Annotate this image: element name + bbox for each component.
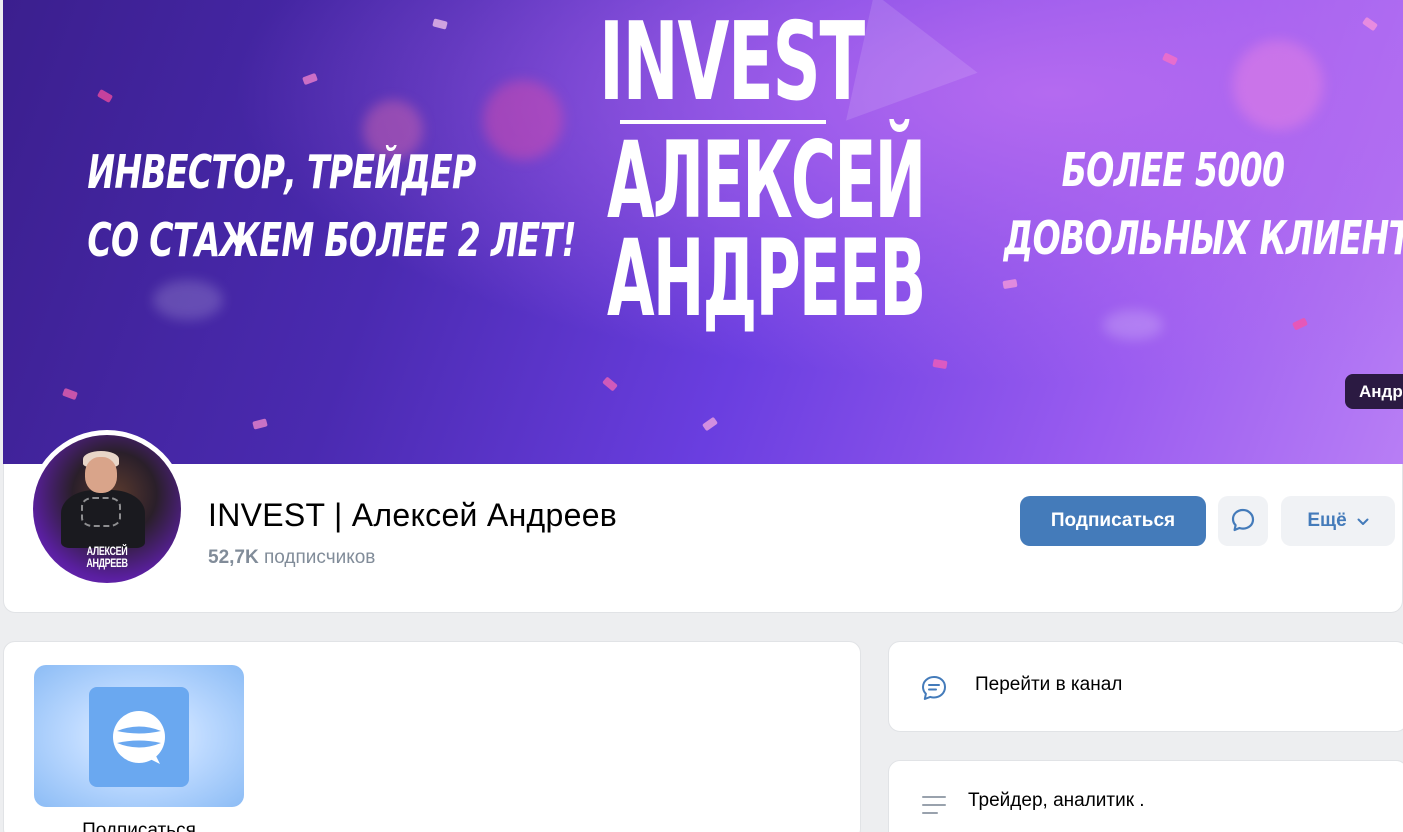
cover-name-first: АЛЕКСЕЙ	[607, 119, 926, 242]
go-to-channel-link[interactable]: Перейти в канал	[975, 674, 1122, 696]
confetti-decoration	[1161, 52, 1179, 66]
page-title: INVEST | Алексей Андреев	[208, 497, 618, 533]
cover-left-line-2: СО СТАЖЕМ БОЛЕЕ 2 ЛЕТ!	[87, 213, 576, 267]
message-bubble-icon	[1229, 506, 1257, 537]
avatar-caption: АЛЕКСЕЙ АНДРЕЕВ	[52, 545, 163, 569]
confetti-decoration	[602, 376, 618, 392]
avatar-figure	[81, 497, 121, 527]
confetti-decoration	[432, 18, 448, 30]
confetti-decoration	[252, 418, 268, 430]
avatar-figure	[85, 457, 117, 493]
about-card	[888, 760, 1403, 832]
cover-corner-tag[interactable]: Андр	[1345, 374, 1403, 409]
confetti-decoration	[701, 416, 719, 432]
cover-decoration	[1103, 310, 1163, 340]
lines-icon	[922, 795, 946, 815]
app-tile[interactable]	[34, 665, 244, 807]
subscribe-button[interactable]: Подписаться	[1020, 496, 1206, 546]
chevron-down-icon	[1357, 510, 1369, 532]
cover-right-line-1: БОЛЕЕ 5000	[1061, 143, 1285, 197]
confetti-decoration	[62, 387, 78, 401]
avatar-caption-line-2: АНДРЕЕВ	[86, 556, 128, 570]
cover-decoration	[153, 280, 223, 320]
confetti-decoration	[1002, 278, 1018, 290]
cover-left-line-1: ИНВЕСТОР, ТРЕЙДЕР	[87, 145, 476, 199]
channel-card[interactable]	[888, 641, 1403, 732]
chat-bubble-lines-icon	[920, 674, 948, 702]
subscribers-number: 52,7K	[208, 547, 259, 568]
cover-decoration	[1233, 40, 1323, 130]
cover-name-last: АНДРЕЕВ	[607, 217, 926, 340]
subscribers-count[interactable]: 52,7K подписчиков	[208, 547, 375, 569]
chat-app-logo-icon	[89, 687, 189, 787]
confetti-decoration	[96, 89, 114, 103]
cover-left-text: ИНВЕСТОР, ТРЕЙДЕР СО СТАЖЕМ БОЛЕЕ 2 ЛЕТ!	[87, 138, 576, 274]
confetti-decoration	[1291, 317, 1309, 331]
cover-right-text: БОЛЕЕ 5000 ДОВОЛЬНЫХ КЛИЕНТОВ!	[1003, 136, 1403, 272]
cover-right-line-2: ДОВОЛЬНЫХ КЛИЕНТОВ!	[1003, 211, 1403, 265]
avatar-image: АЛЕКСЕЙ АНДРЕЕВ	[33, 435, 181, 583]
confetti-decoration	[302, 72, 318, 86]
more-label: Ещё	[1307, 510, 1347, 531]
app-tile-label[interactable]: Подписаться	[34, 820, 244, 832]
cover-invest-word: INVEST	[599, 0, 865, 125]
cover-banner: ИНВЕСТОР, ТРЕЙДЕР СО СТАЖЕМ БОЛЕЕ 2 ЛЕТ!…	[3, 0, 1403, 466]
about-description: Трейдер, аналитик .	[968, 790, 1145, 811]
message-button[interactable]	[1218, 496, 1268, 546]
more-button[interactable]: Ещё	[1281, 496, 1395, 546]
cover-center-logo: INVEST АЛЕКСЕЙ АНДРЕЕВ	[523, 0, 926, 340]
subscribers-label: подписчиков	[263, 547, 376, 568]
confetti-decoration	[932, 358, 948, 370]
avatar[interactable]: АЛЕКСЕЙ АНДРЕЕВ	[28, 430, 186, 588]
confetti-decoration	[1361, 16, 1379, 32]
